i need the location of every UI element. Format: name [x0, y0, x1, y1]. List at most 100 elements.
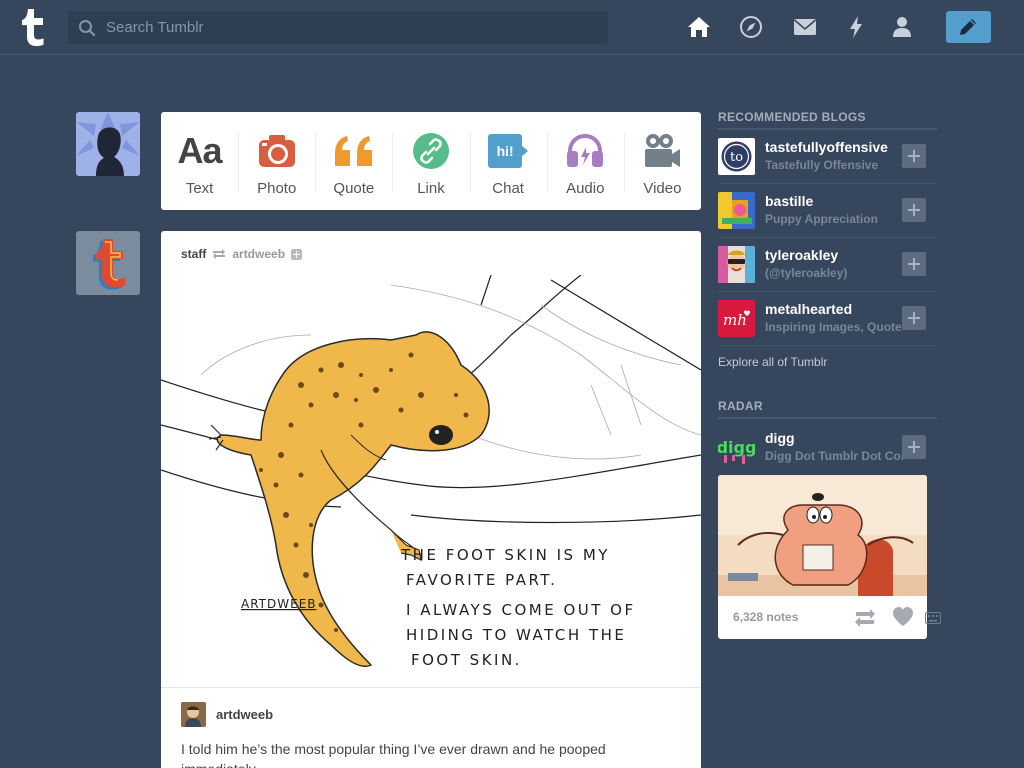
post-type-label: Chat	[492, 180, 524, 197]
text-icon: Aa	[161, 130, 238, 172]
radar-post-card[interactable]: 6,328 notes	[718, 475, 927, 639]
metalhearted-avatar-icon: mh	[718, 300, 755, 337]
post-type-label: Video	[643, 180, 682, 197]
bastille-avatar-icon	[718, 192, 755, 229]
blog-name[interactable]: tyleroakley	[765, 247, 897, 263]
sidebar-rule	[718, 417, 937, 419]
artdweeb-avatar[interactable]	[181, 702, 206, 727]
radar-blog-row[interactable]: digg digg Digg Dot Tumblr Dot Com	[718, 421, 937, 475]
staff-tumblr-avatar-icon	[76, 231, 140, 295]
tumblr-logo-icon[interactable]	[18, 7, 48, 47]
video-camera-icon	[645, 134, 681, 167]
recommended-blog-row[interactable]: mh metalhearted Inspiring Images, Quotes	[718, 292, 937, 346]
blog-description: Tastefully Offensive	[765, 158, 879, 172]
chat-glyph: hi!	[488, 134, 523, 168]
svg-text:to: to	[730, 150, 743, 165]
home-icon[interactable]	[686, 14, 712, 40]
headphones-icon	[567, 133, 604, 167]
follow-button[interactable]	[902, 306, 926, 330]
notes-count[interactable]: 6,328 notes	[733, 610, 798, 624]
caption-line-1: THE FOOT SKIN IS MY	[400, 546, 610, 564]
recommended-blog-row[interactable]: bastille Puppy Appreciation	[718, 184, 937, 238]
tyleroakley-avatar[interactable]	[718, 246, 755, 283]
caption-line-3: I ALWAYS COME OUT OF	[406, 601, 636, 619]
gecko-illustration[interactable]: THE FOOT SKIN IS MY FAVORITE PART. I ALW…	[161, 275, 701, 687]
activity-icon[interactable]	[843, 14, 869, 40]
post-header: staff artdweeb	[181, 247, 303, 261]
pencil-icon	[960, 19, 976, 35]
text-glyph: Aa	[177, 130, 223, 171]
reblog-user: artdweeb	[181, 702, 273, 727]
post-type-label: Audio	[566, 180, 605, 197]
post-type-chat[interactable]: hi! Chat	[469, 112, 547, 210]
post-type-label: Link	[417, 180, 445, 197]
tyleroakley-avatar-icon	[718, 246, 755, 283]
post-type-video[interactable]: Video	[623, 112, 701, 210]
caption-line-4: HIDING TO WATCH THE	[406, 626, 626, 644]
like-heart-icon[interactable]	[892, 607, 914, 627]
digg-avatar[interactable]: digg	[718, 429, 755, 466]
blog-description: Inspiring Images, Quotes	[765, 320, 903, 334]
reblog-user-name[interactable]: artdweeb	[216, 707, 273, 722]
explore-icon[interactable]	[738, 14, 764, 40]
blog-name[interactable]: digg	[765, 430, 897, 446]
link-icon	[412, 133, 449, 169]
post-type-label: Text	[185, 180, 214, 197]
radar-post-image[interactable]	[718, 475, 927, 596]
follow-button[interactable]	[902, 435, 926, 459]
reblog-icon[interactable]	[854, 609, 876, 627]
bastille-avatar[interactable]	[718, 192, 755, 229]
artdweeb-avatar-icon	[181, 702, 206, 727]
recommended-blogs-heading: RECOMMENDED BLOGS	[718, 110, 866, 124]
post-type-link[interactable]: Link	[392, 112, 469, 210]
search-input[interactable]	[106, 11, 596, 44]
account-icon[interactable]	[889, 14, 915, 40]
follow-button[interactable]	[902, 198, 926, 222]
post-type-label: Photo	[257, 180, 297, 197]
recommended-blog-row[interactable]: to tastefullyoffensive Tastefully Offens…	[718, 130, 937, 184]
recommended-blog-row[interactable]: tyleroakley (@tyleroakley)	[718, 238, 937, 292]
explore-all-link[interactable]: Explore all of Tumblr	[718, 355, 827, 369]
dashboard-post: staff artdweeb THE FOOT SKIN IS MY FAVOR…	[161, 231, 701, 768]
camera-icon	[258, 135, 295, 167]
inbox-icon[interactable]	[792, 14, 818, 40]
post-type-audio[interactable]: Audio	[546, 112, 624, 210]
blog-description: Digg Dot Tumblr Dot Com	[765, 449, 903, 463]
blog-description: Puppy Appreciation	[765, 212, 878, 226]
silhouette-avatar-icon	[76, 112, 140, 176]
digg-avatar-icon: digg	[718, 429, 755, 466]
blog-name[interactable]: tastefullyoffensive	[765, 139, 897, 155]
blog-name[interactable]: bastille	[765, 193, 897, 209]
tastefullyoffensive-avatar[interactable]: to	[718, 138, 755, 175]
compose-button[interactable]	[946, 11, 991, 43]
chat-icon: hi!	[488, 134, 529, 168]
post-type-quote[interactable]: Quote	[315, 112, 392, 210]
follow-plus-icon[interactable]	[291, 248, 303, 260]
search-bar[interactable]	[68, 11, 608, 44]
blog-description: (@tyleroakley)	[765, 266, 848, 280]
post-type-text[interactable]: Aa Text	[161, 112, 238, 210]
search-icon	[79, 20, 96, 37]
post-type-photo[interactable]: Photo	[238, 112, 315, 210]
radar-heading: RADAR	[718, 399, 763, 413]
blog-name[interactable]: metalhearted	[765, 301, 897, 317]
tastefullyoffensive-avatar-icon: to	[718, 138, 755, 175]
top-bar	[0, 0, 1024, 55]
metalhearted-avatar[interactable]: mh	[718, 300, 755, 337]
post-type-label: Quote	[333, 180, 375, 197]
quote-icon	[334, 136, 372, 166]
follow-button[interactable]	[902, 144, 926, 168]
post-author[interactable]: staff	[181, 247, 206, 261]
artist-signature: ARTDWEEB	[241, 597, 317, 611]
caption-line-2: FAVORITE PART.	[406, 571, 557, 589]
post-body-text: I told him he’s the most popular thing I…	[181, 741, 606, 768]
user-avatar[interactable]	[76, 112, 140, 176]
keyboard-shortcuts-icon[interactable]	[925, 611, 941, 625]
follow-button[interactable]	[902, 252, 926, 276]
post-type-bar: Aa Text Photo Quote Link hi! Chat Audio …	[161, 112, 701, 210]
caption-line-5: FOOT SKIN.	[411, 651, 522, 669]
post-divider	[161, 687, 701, 688]
reblog-source[interactable]: artdweeb	[232, 247, 285, 261]
reblog-small-icon	[213, 249, 226, 259]
staff-avatar[interactable]	[76, 231, 140, 295]
